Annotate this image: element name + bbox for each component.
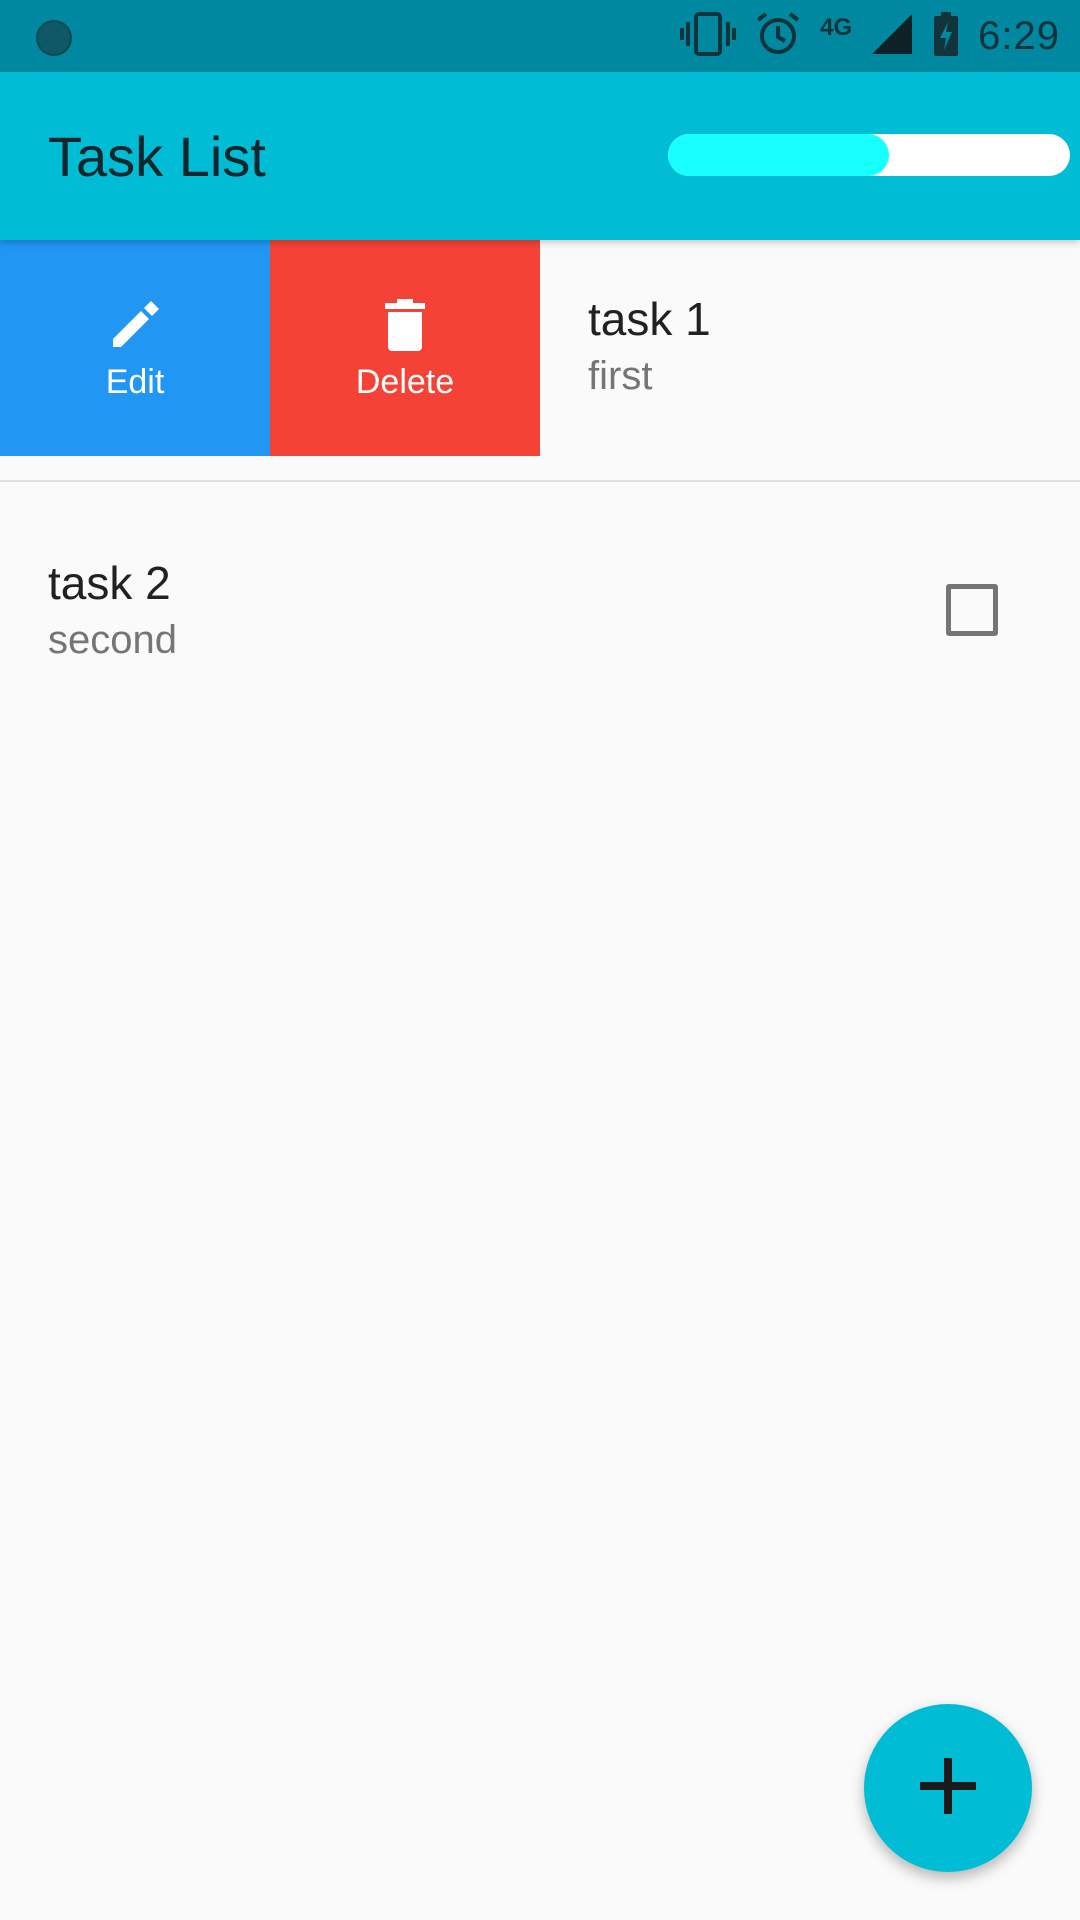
delete-button[interactable]: Delete	[270, 240, 540, 456]
pencil-icon	[105, 295, 165, 355]
plus-icon	[906, 1744, 990, 1833]
edit-label: Edit	[105, 362, 165, 401]
trash-icon	[375, 295, 435, 355]
task-checkbox[interactable]	[946, 584, 998, 636]
edit-button[interactable]: Edit	[0, 240, 270, 456]
task-item-2[interactable]: task 2 second	[0, 504, 1080, 720]
battery-charging-icon	[932, 10, 960, 63]
divider	[0, 480, 1080, 482]
task-item-1[interactable]: task 1 first	[540, 240, 1080, 456]
task-title: task 1	[588, 293, 711, 345]
progress-bar	[668, 134, 1070, 176]
add-task-button[interactable]	[864, 1704, 1032, 1872]
network-type-label: 4G	[820, 14, 853, 41]
task-list-item[interactable]: Edit Delete task 1 first	[0, 240, 1080, 456]
clock-time: 6:29	[978, 13, 1060, 58]
status-bar: 4G 6:29	[0, 0, 1080, 72]
status-icons: 4G 6:29	[680, 0, 1060, 72]
alarm-icon	[754, 10, 802, 63]
task-title: task 2	[48, 557, 171, 609]
delete-label: Delete	[355, 362, 455, 401]
task-subtitle: second	[48, 618, 177, 662]
task-subtitle: first	[588, 354, 653, 398]
app-bar: Task List	[0, 72, 1080, 240]
notification-dot-icon	[34, 18, 74, 58]
vibrate-icon	[680, 10, 737, 63]
progress-bar-fill	[668, 134, 890, 176]
page-title: Task List	[48, 125, 266, 188]
signal-icon	[870, 12, 914, 61]
